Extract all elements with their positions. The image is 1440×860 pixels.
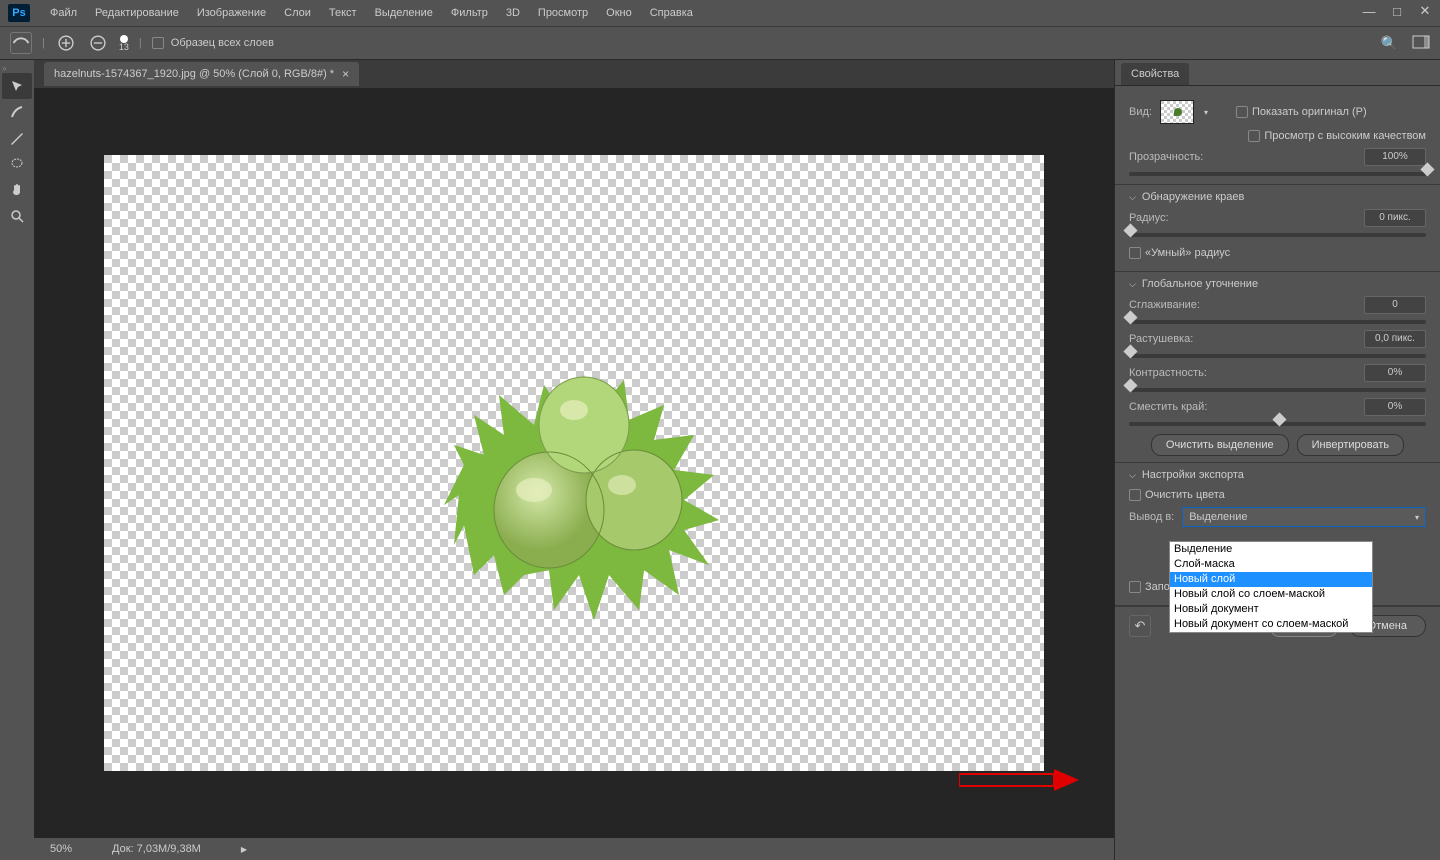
clear-selection-button[interactable]: Очистить выделение: [1151, 434, 1289, 456]
output-dropdown[interactable]: Выделение▾: [1182, 507, 1426, 527]
menu-file[interactable]: Файл: [42, 3, 85, 23]
contrast-slider[interactable]: [1129, 388, 1426, 392]
contrast-label: Контрастность:: [1129, 367, 1207, 379]
feather-label: Растушевка:: [1129, 333, 1193, 345]
radius-value[interactable]: 0 пикс.: [1364, 209, 1426, 227]
opacity-value[interactable]: 100%: [1364, 148, 1426, 166]
properties-panel: Свойства Вид: ▾ Показать оригинал (P) Пр…: [1114, 60, 1440, 860]
menu-3d[interactable]: 3D: [498, 3, 528, 23]
workspace-icon[interactable]: [1412, 35, 1430, 52]
document-tabbar: hazelnuts-1574367_1920.jpg @ 50% (Слой 0…: [34, 60, 1114, 88]
doc-info: Док: 7,03M/9,38M: [112, 843, 201, 855]
contrast-value[interactable]: 0%: [1364, 364, 1426, 382]
section-export-settings[interactable]: ⌵Настройки экспорта: [1129, 469, 1426, 481]
tool-lasso[interactable]: [2, 151, 32, 177]
sample-all-layers-checkbox[interactable]: Образец всех слоев: [152, 37, 274, 49]
feather-value[interactable]: 0,0 пикс.: [1364, 330, 1426, 348]
shift-slider[interactable]: [1129, 422, 1426, 426]
smart-radius-checkbox[interactable]: «Умный» радиус: [1129, 247, 1230, 259]
invert-button[interactable]: Инвертировать: [1297, 434, 1404, 456]
reset-button[interactable]: ↶: [1129, 615, 1151, 637]
smooth-label: Сглаживание:: [1129, 299, 1200, 311]
app-logo: Ps: [8, 4, 30, 22]
add-mode-icon[interactable]: [55, 32, 77, 54]
output-label: Вывод в:: [1129, 511, 1174, 523]
menu-filter[interactable]: Фильтр: [443, 3, 496, 23]
menu-view[interactable]: Просмотр: [530, 3, 596, 23]
output-option-new-document-mask[interactable]: Новый документ со слоем-маской: [1170, 617, 1372, 632]
search-icon[interactable]: 🔍: [1381, 35, 1398, 52]
window-maximize-icon[interactable]: □: [1390, 4, 1404, 18]
high-quality-checkbox[interactable]: Просмотр с высоким качеством: [1248, 130, 1426, 142]
output-option-selection[interactable]: Выделение: [1170, 542, 1372, 557]
menu-window[interactable]: Окно: [598, 3, 640, 23]
menu-edit[interactable]: Редактирование: [87, 3, 187, 23]
tool-quick-select[interactable]: [2, 73, 32, 99]
menu-select[interactable]: Выделение: [367, 3, 441, 23]
output-option-new-document[interactable]: Новый документ: [1170, 602, 1372, 617]
decontaminate-checkbox[interactable]: Очистить цвета: [1129, 489, 1225, 501]
canvas[interactable]: [104, 155, 1044, 771]
smooth-slider[interactable]: [1129, 320, 1426, 324]
menu-layers[interactable]: Слои: [276, 3, 319, 23]
tool-refine-brush[interactable]: [2, 99, 32, 125]
output-option-layer-mask[interactable]: Слой-маска: [1170, 557, 1372, 572]
menubar: Ps Файл Редактирование Изображение Слои …: [0, 0, 1440, 26]
menu-help[interactable]: Справка: [642, 3, 701, 23]
view-label: Вид:: [1129, 106, 1152, 118]
menu-text[interactable]: Текст: [321, 3, 365, 23]
window-minimize-icon[interactable]: —: [1362, 4, 1376, 18]
view-thumbnail[interactable]: [1160, 100, 1194, 124]
close-icon[interactable]: ×: [342, 67, 349, 81]
output-option-new-layer-mask[interactable]: Новый слой со слоем-маской: [1170, 587, 1372, 602]
radius-slider[interactable]: [1129, 233, 1426, 237]
shift-label: Сместить край:: [1129, 401, 1207, 413]
toolbar: »: [0, 60, 34, 860]
brush-size[interactable]: 13: [119, 35, 129, 52]
opacity-label: Прозрачность:: [1129, 151, 1203, 163]
options-bar: | 13 | Образец всех слоев 🔍: [0, 26, 1440, 60]
output-dropdown-list[interactable]: Выделение Слой-маска Новый слой Новый сл…: [1169, 541, 1373, 633]
tool-preset-icon[interactable]: [10, 32, 32, 54]
tool-brush[interactable]: [2, 125, 32, 151]
window-close-icon[interactable]: ✕: [1418, 4, 1432, 18]
annotation-arrow: [959, 769, 1079, 791]
feather-slider[interactable]: [1129, 354, 1426, 358]
opacity-slider[interactable]: [1129, 172, 1426, 176]
subtract-mode-icon[interactable]: [87, 32, 109, 54]
zoom-level[interactable]: 50%: [50, 843, 72, 855]
section-global-refine[interactable]: ⌵Глобальное уточнение: [1129, 278, 1426, 290]
canvas-image: [404, 275, 784, 655]
output-option-new-layer[interactable]: Новый слой: [1170, 572, 1372, 587]
smooth-value[interactable]: 0: [1364, 296, 1426, 314]
tab-properties[interactable]: Свойства: [1121, 63, 1189, 85]
status-bar: 50% Док: 7,03M/9,38M ▶: [34, 838, 1114, 860]
tool-hand[interactable]: [2, 177, 32, 203]
menu-image[interactable]: Изображение: [189, 3, 274, 23]
shift-value[interactable]: 0%: [1364, 398, 1426, 416]
radius-label: Радиус:: [1129, 212, 1169, 224]
document-tab[interactable]: hazelnuts-1574367_1920.jpg @ 50% (Слой 0…: [44, 62, 359, 86]
tool-zoom[interactable]: [2, 203, 32, 229]
show-original-checkbox[interactable]: Показать оригинал (P): [1236, 106, 1367, 118]
checkbox-icon: [152, 37, 164, 49]
section-edge-detection[interactable]: ⌵Обнаружение краев: [1129, 191, 1426, 203]
